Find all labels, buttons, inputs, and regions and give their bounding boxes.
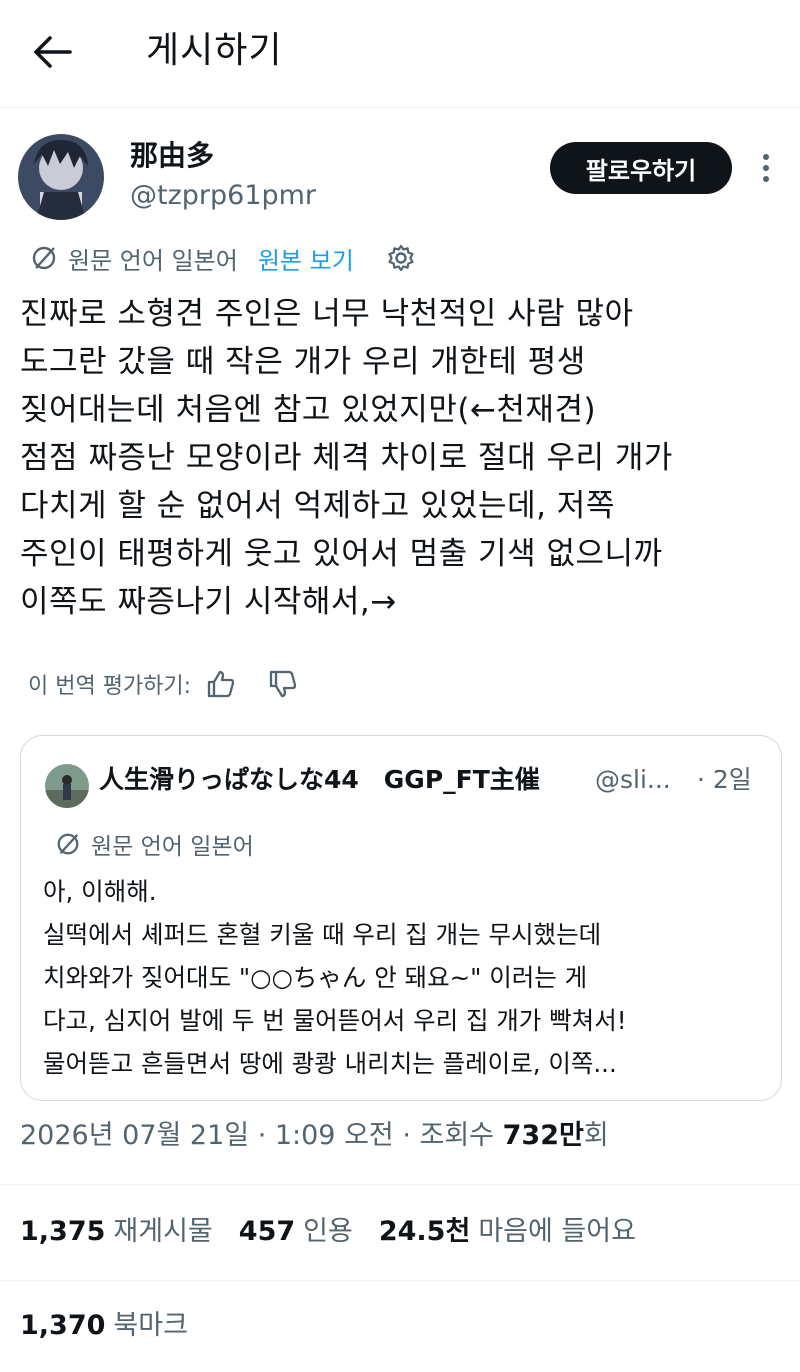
bookmarks-label: 북마크	[113, 1310, 188, 1341]
page-title: 게시하기	[146, 30, 283, 71]
divider	[0, 1184, 800, 1185]
quoted-line: 다고, 심지어 발에 두 번 물어뜯어서 우리 집 개가 빡쳐서!	[43, 1006, 627, 1035]
bookmarks-count: 1,370	[20, 1310, 106, 1341]
rate-translation-row: 이 번역 평가하기:	[28, 664, 299, 704]
tweet-meta: 2026년 07월 21일 · 1:09 오전 · 조회수 732만회	[20, 1114, 609, 1158]
quoted-tweet-card[interactable]: 人生滑りっぱなしな44 GGP_FT主催 @sli... · 2일 원문 언어 …	[20, 735, 782, 1101]
quoted-timestamp: · 2일	[697, 765, 752, 794]
tweet-line: 도그란 갔을 때 작은 개가 우리 개한테 평생	[20, 344, 586, 380]
tweet-line: 이쪽도 짜증나기 시작해서,→	[20, 584, 397, 620]
quoted-translation-bar: 원문 언어 일본어	[55, 824, 254, 864]
quotes-stat[interactable]: 457 인용	[239, 1210, 353, 1254]
back-button[interactable]	[22, 24, 82, 80]
translation-bar: 원문 언어 일본어 원본 보기	[30, 236, 416, 280]
reposts-count: 1,375	[20, 1216, 106, 1247]
quoted-line: 실떡에서 셰퍼드 혼혈 키울 때 우리 집 개는 무시했는데	[43, 920, 602, 949]
reposts-stat[interactable]: 1,375 재게시물	[20, 1210, 213, 1254]
tweet-line: 진짜로 소형견 주인은 너무 낙천적인 사람 많아	[20, 296, 634, 332]
avatar-image	[18, 134, 104, 220]
translate-icon	[32, 246, 56, 270]
settings-icon[interactable]	[386, 243, 416, 273]
tweet-line: 짖어대는데 처음엔 참고 있었지만(←천재견)	[20, 392, 597, 428]
back-arrow-icon	[34, 36, 72, 68]
views-suffix: 회	[583, 1120, 609, 1151]
author-handle[interactable]: @tzprp61pmr	[130, 176, 316, 216]
timestamp[interactable]: 2026년 07월 21일 · 1:09 오전 · 조회수	[20, 1120, 494, 1151]
tweet-line: 주인이 태평하게 웃고 있어서 멈출 기색 없으니까	[20, 536, 663, 572]
quoted-line: 아, 이해해.	[43, 877, 157, 906]
tweet-line: 점점 짜증난 모양이라 체격 차이로 절대 우리 개가	[20, 440, 673, 476]
bookmarks-stat[interactable]: 1,370 북마크	[20, 1304, 188, 1348]
quoted-line: 치와와가 짖어대도 "○○ちゃん 안 돼요~" 이러는 게	[43, 963, 588, 992]
quotes-count: 457	[238, 1216, 296, 1247]
likes-label: 마음에 들어요	[478, 1216, 636, 1247]
quoted-author-handle: @sli...	[595, 765, 671, 794]
quoted-avatar-image	[45, 764, 89, 808]
translation-source-label: 원문 언어 일본어	[68, 246, 238, 275]
quoted-translation-label: 원문 언어 일본어	[91, 834, 254, 860]
thumbs-down-icon[interactable]	[267, 668, 299, 700]
quoted-avatar[interactable]	[45, 764, 89, 808]
views-count: 732만	[502, 1120, 584, 1151]
translate-icon	[57, 833, 79, 855]
more-icon	[763, 154, 769, 182]
engagement-stats: 1,375 재게시물 457 인용 24.5천 마음에 들어요	[20, 1210, 662, 1254]
quoted-text: 아, 이해해. 실떡에서 셰퍼드 혼혈 키울 때 우리 집 개는 무시했는데 치…	[43, 870, 773, 1085]
follow-button[interactable]: 팔로우하기	[550, 142, 732, 194]
show-original-link[interactable]: 원본 보기	[258, 241, 354, 276]
quotes-label: 인용	[303, 1216, 353, 1247]
rate-translation-label: 이 번역 평가하기:	[28, 674, 192, 699]
likes-count: 24.5천	[378, 1216, 471, 1247]
likes-stat[interactable]: 24.5천 마음에 들어요	[379, 1210, 636, 1254]
reposts-label: 재게시물	[113, 1216, 213, 1247]
tweet-text: 진짜로 소형견 주인은 너무 낙천적인 사람 많아 도그란 갔을 때 작은 개가…	[20, 290, 790, 626]
author-display-name[interactable]: 那由多	[130, 136, 214, 176]
tweet-line: 다치게 할 순 없어서 억제하고 있었는데, 저쪽	[20, 488, 615, 524]
quoted-line: 물어뜯고 흔들면서 땅에 쾅쾅 내리치는 플레이로, 이쪽...	[43, 1049, 617, 1078]
avatar[interactable]	[18, 134, 104, 220]
quoted-author-name: 人生滑りっぱなしな44 GGP_FT主催	[99, 765, 540, 794]
more-options-button[interactable]	[752, 148, 780, 188]
top-bar: 게시하기	[0, 0, 800, 108]
thumbs-up-icon[interactable]	[205, 668, 237, 700]
divider	[0, 1280, 800, 1281]
